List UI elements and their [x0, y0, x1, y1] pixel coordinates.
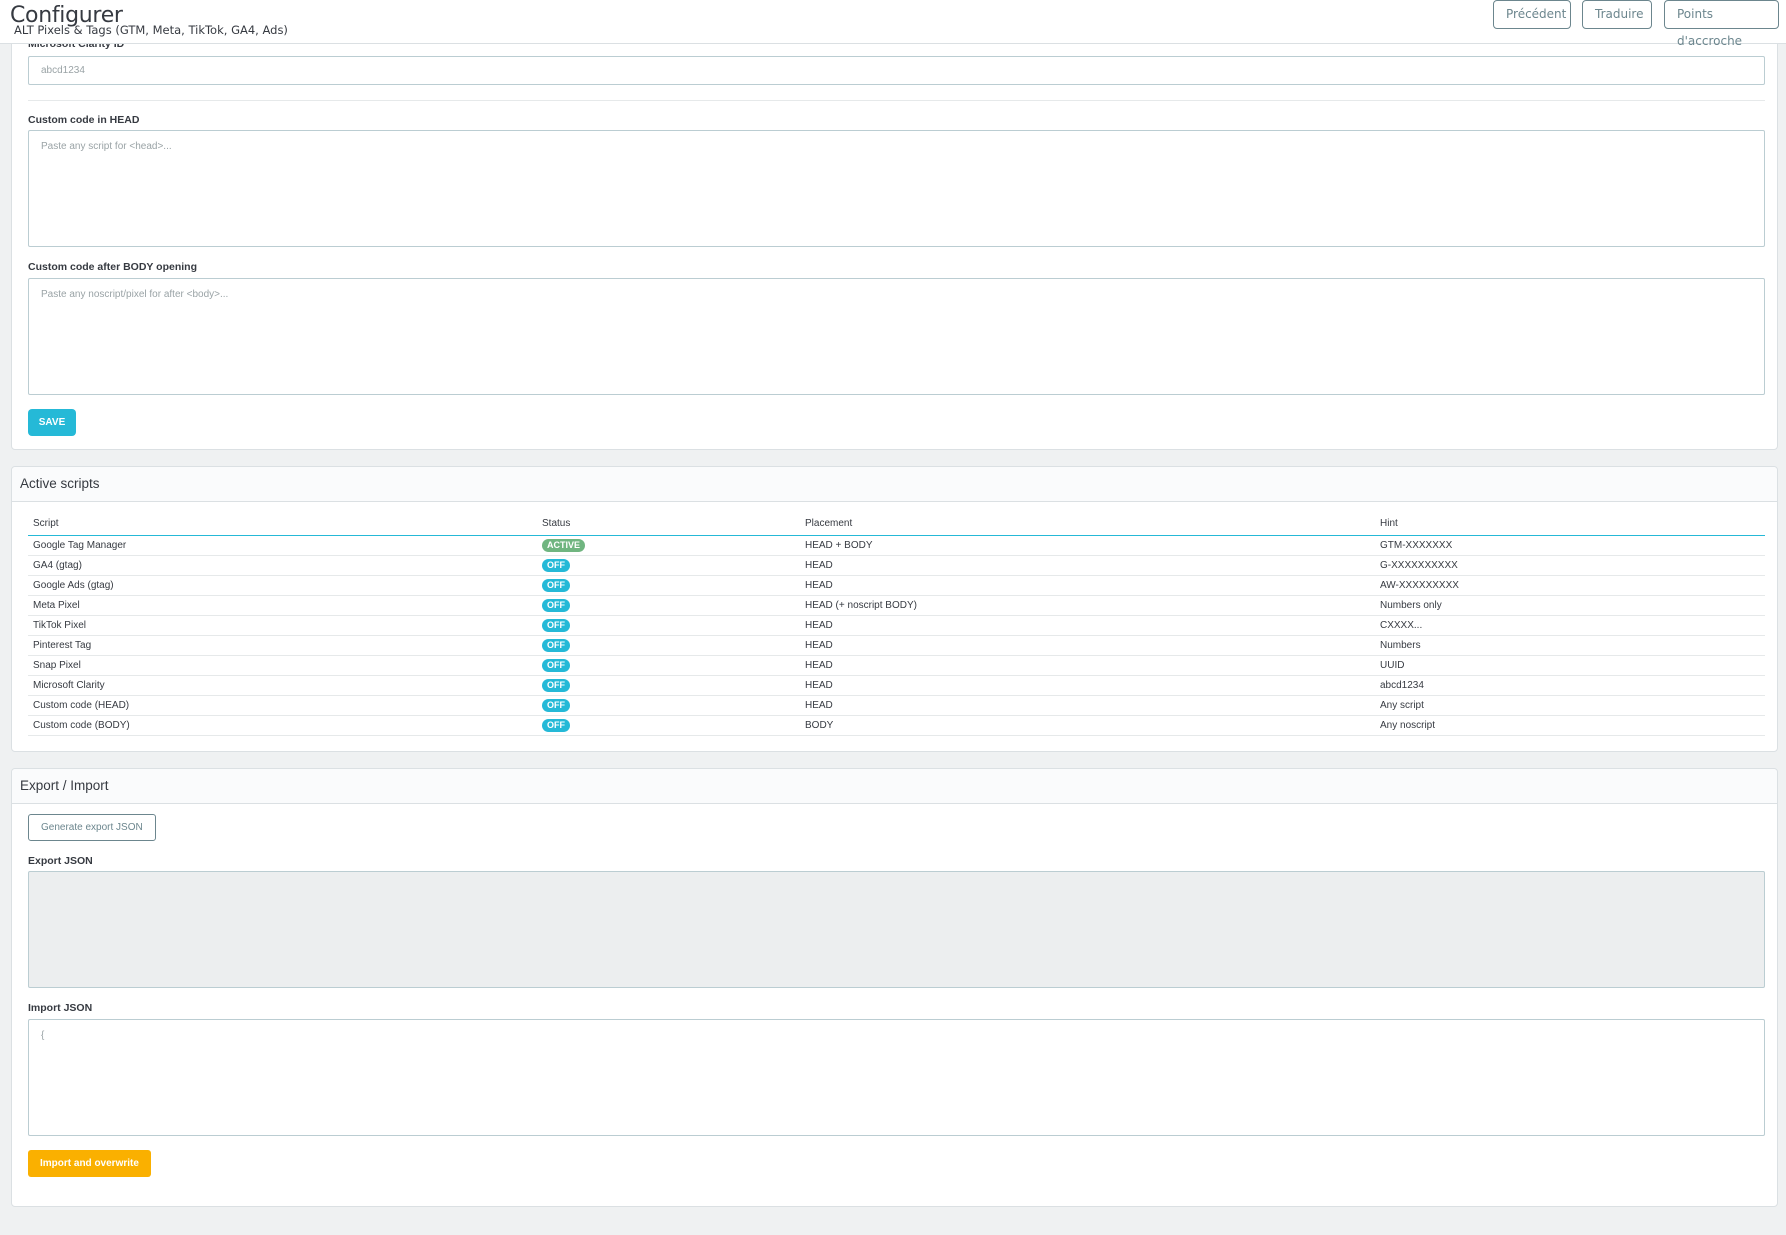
hint: Any noscript [1375, 715, 1765, 736]
status-badge: OFF [542, 639, 570, 652]
placement: HEAD [800, 675, 1375, 696]
placement: HEAD [800, 635, 1375, 656]
page-header: Configurer ALT Pixels & Tags (GTM, Meta,… [0, 0, 1786, 48]
column-header-hint: Hint [1375, 518, 1765, 536]
export-import-title: Export / Import [12, 769, 1777, 804]
placement: HEAD [800, 575, 1375, 596]
hint: Numbers [1375, 635, 1765, 656]
active-scripts-title: Active scripts [12, 467, 1777, 502]
hint: UUID [1375, 655, 1765, 676]
status-cell: OFF [537, 675, 800, 696]
table-row: Microsoft Clarity OFF HEAD abcd1234 [28, 675, 1765, 696]
status-badge: OFF [542, 699, 570, 712]
status-badge: OFF [542, 719, 570, 732]
hint: Any script [1375, 695, 1765, 716]
head-code-label: Custom code in HEAD [28, 114, 140, 126]
import-json-label: Import JSON [28, 1002, 93, 1014]
table-row: Snap Pixel OFF HEAD UUID [28, 655, 1765, 676]
divider [28, 100, 1765, 101]
script-name: Snap Pixel [28, 655, 537, 676]
table-row: Pinterest Tag OFF HEAD Numbers [28, 635, 1765, 656]
script-name: Google Tag Manager [28, 535, 537, 556]
table-row: Custom code (HEAD) OFF HEAD Any script [28, 695, 1765, 716]
table-header-row: Script Status Placement Hint [28, 518, 1765, 536]
script-name: Pinterest Tag [28, 635, 537, 656]
status-cell: OFF [537, 555, 800, 576]
placement: HEAD [800, 615, 1375, 636]
status-badge: OFF [542, 559, 570, 572]
status-cell: OFF [537, 695, 800, 716]
column-header-script: Script [28, 518, 537, 536]
table-row: GA4 (gtag) OFF HEAD G-XXXXXXXXXX [28, 555, 1765, 576]
table-row: Google Tag Manager ACTIVE HEAD + BODY GT… [28, 535, 1765, 556]
clarity-id-input[interactable]: abcd1234 [28, 56, 1765, 85]
script-name: Custom code (HEAD) [28, 695, 537, 716]
status-cell: ACTIVE [537, 535, 800, 556]
head-code-textarea[interactable]: Paste any script for <head>... [28, 130, 1765, 247]
placement: HEAD (+ noscript BODY) [800, 595, 1375, 616]
table-row: TikTok Pixel OFF HEAD CXXXX... [28, 615, 1765, 636]
script-name: Custom code (BODY) [28, 715, 537, 736]
hint: Numbers only [1375, 595, 1765, 616]
body-code-label: Custom code after BODY opening [28, 261, 197, 273]
export-json-textarea[interactable] [28, 871, 1765, 988]
placement: HEAD [800, 655, 1375, 676]
status-badge: OFF [542, 579, 570, 592]
status-badge: OFF [542, 659, 570, 672]
translate-button[interactable]: Traduire [1582, 0, 1652, 29]
export-json-label: Export JSON [28, 855, 93, 867]
script-name: GA4 (gtag) [28, 555, 537, 576]
hint: G-XXXXXXXXXX [1375, 555, 1765, 576]
page-subtitle: ALT Pixels & Tags (GTM, Meta, TikTok, GA… [14, 23, 288, 37]
column-header-placement: Placement [800, 518, 1375, 536]
hint: CXXXX... [1375, 615, 1765, 636]
status-cell: OFF [537, 715, 800, 736]
settings-panel: Microsoft Clarity ID abcd1234 Custom cod… [11, 0, 1778, 450]
status-cell: OFF [537, 575, 800, 596]
column-header-status: Status [537, 518, 800, 536]
placement: HEAD + BODY [800, 535, 1375, 556]
hint: GTM-XXXXXXX [1375, 535, 1765, 556]
import-overwrite-button[interactable]: Import and overwrite [28, 1150, 151, 1177]
previous-button[interactable]: Précédent [1493, 0, 1571, 29]
generate-export-button[interactable]: Generate export JSON [28, 814, 156, 841]
save-button[interactable]: SAVE [28, 409, 76, 436]
status-badge: ACTIVE [542, 539, 586, 552]
script-name: Google Ads (gtag) [28, 575, 537, 596]
script-name: Microsoft Clarity [28, 675, 537, 696]
status-cell: OFF [537, 615, 800, 636]
hooks-button[interactable]: Points d'accroche [1664, 0, 1779, 48]
script-name: Meta Pixel [28, 595, 537, 616]
table-row: Google Ads (gtag) OFF HEAD AW-XXXXXXXXX [28, 575, 1765, 596]
status-badge: OFF [542, 619, 570, 632]
table-row: Custom code (BODY) OFF BODY Any noscript [28, 715, 1765, 736]
table-row: Meta Pixel OFF HEAD (+ noscript BODY) Nu… [28, 595, 1765, 616]
active-scripts-panel: Active scripts Script Status Placement H… [11, 466, 1778, 752]
body-code-textarea[interactable]: Paste any noscript/pixel for after <body… [28, 278, 1765, 395]
placement: HEAD [800, 555, 1375, 576]
status-cell: OFF [537, 635, 800, 656]
status-cell: OFF [537, 595, 800, 616]
export-import-panel: Export / Import Generate export JSON Exp… [11, 768, 1778, 1207]
active-scripts-table: Script Status Placement Hint Google Tag … [28, 518, 1765, 736]
status-badge: OFF [542, 679, 570, 692]
hint: abcd1234 [1375, 675, 1765, 696]
placement: BODY [800, 715, 1375, 736]
placement: HEAD [800, 695, 1375, 716]
status-badge: OFF [542, 599, 570, 612]
status-cell: OFF [537, 655, 800, 676]
script-name: TikTok Pixel [28, 615, 537, 636]
hint: AW-XXXXXXXXX [1375, 575, 1765, 596]
import-json-textarea[interactable]: { [28, 1019, 1765, 1136]
